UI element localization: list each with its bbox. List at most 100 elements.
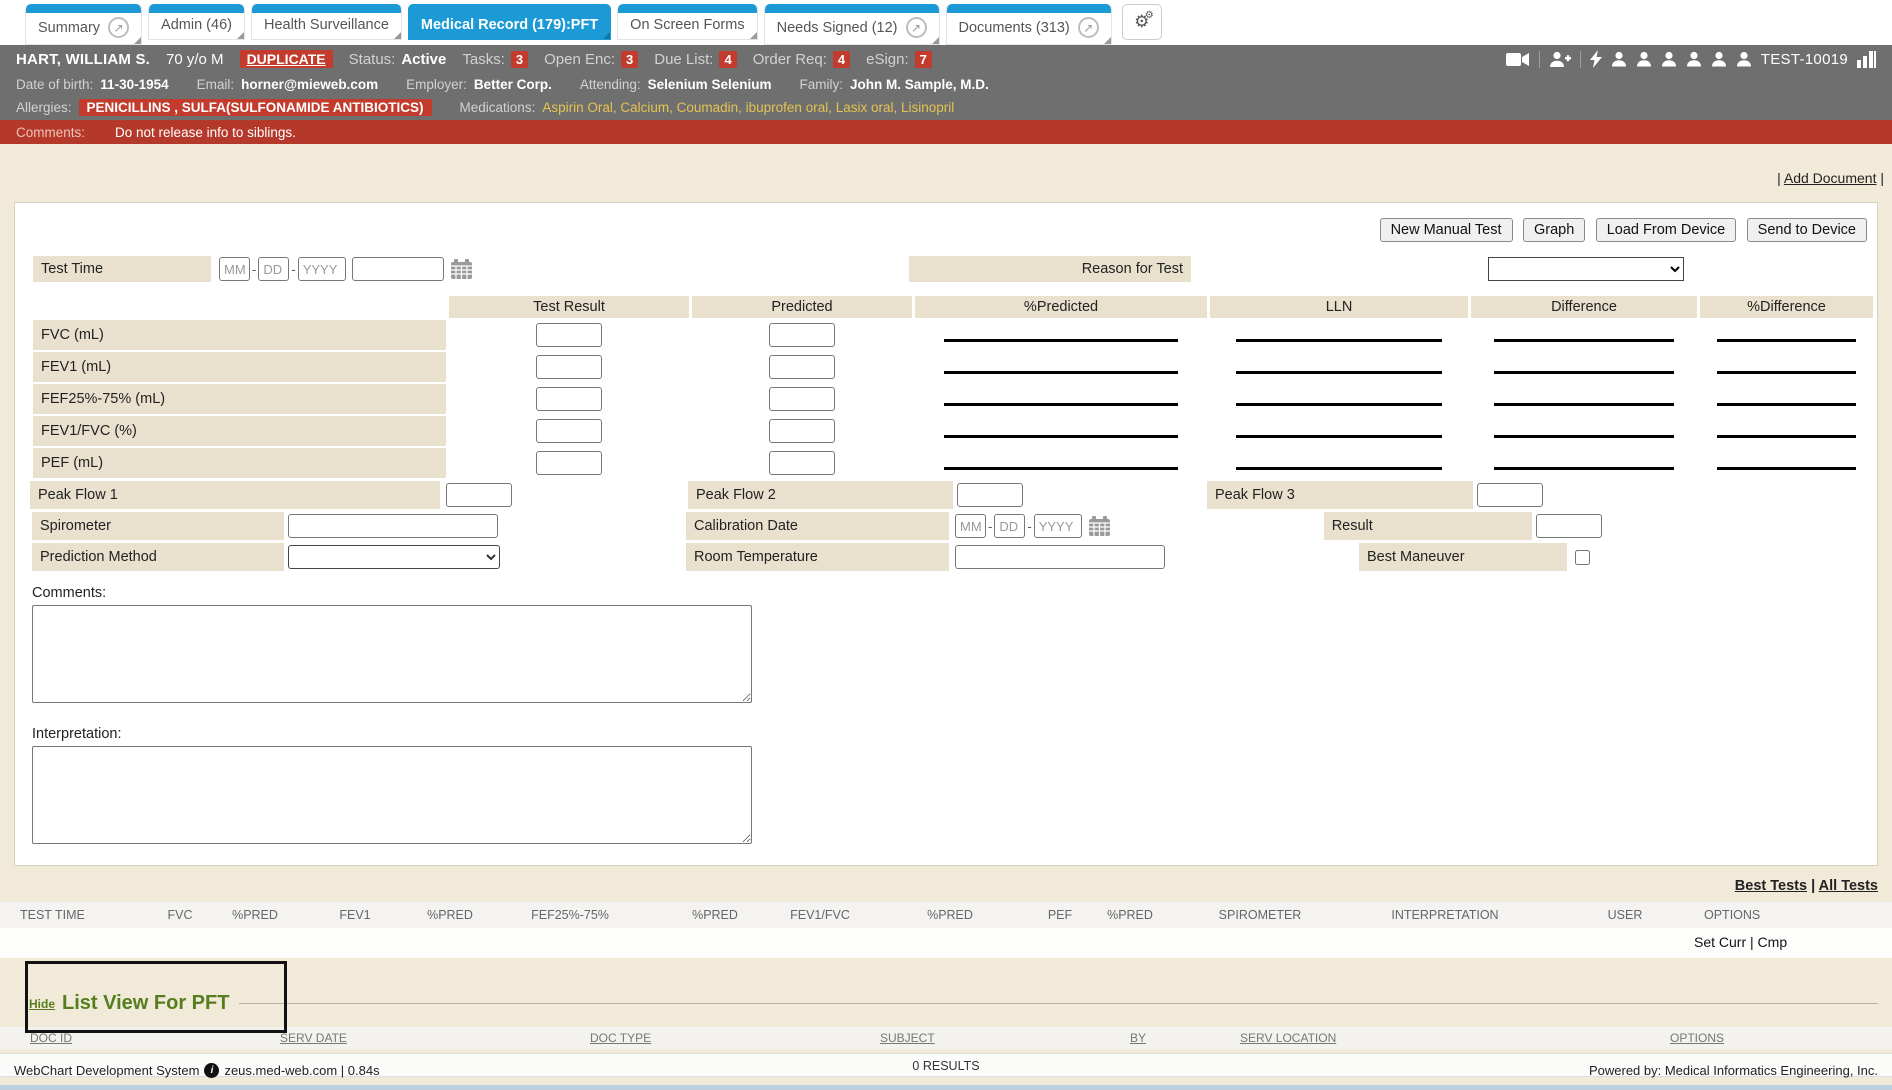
- peak-flow-1-input[interactable]: [446, 483, 512, 507]
- calibration-day-input[interactable]: [994, 514, 1025, 538]
- peak-flow-3-input[interactable]: [1477, 483, 1543, 507]
- open-enc-badge[interactable]: 3: [621, 51, 638, 68]
- col-doc-type[interactable]: DOC TYPE: [590, 1031, 880, 1045]
- add-document-link[interactable]: Add Document: [1784, 170, 1877, 186]
- fef-test-result-input[interactable]: [536, 387, 602, 411]
- fef-predicted-input[interactable]: [769, 387, 835, 411]
- quick-action-icon[interactable]: [1590, 50, 1602, 68]
- tab-accent: [252, 4, 401, 13]
- graph-button[interactable]: Graph: [1523, 218, 1585, 242]
- fev1-predicted-input[interactable]: [769, 355, 835, 379]
- fev1fvc-test-result-input[interactable]: [536, 419, 602, 443]
- divider: [1580, 51, 1581, 68]
- care-team-icon[interactable]: [1636, 51, 1652, 67]
- col-options: OPTIONS: [1700, 908, 1892, 922]
- section-rule: [239, 1003, 1878, 1004]
- col-serv-date[interactable]: SERV DATE: [280, 1031, 590, 1045]
- esign-badge[interactable]: 7: [915, 51, 932, 68]
- tab-needs-signed[interactable]: Needs Signed (12)↗: [764, 4, 940, 45]
- best-maneuver-label: Best Maneuver: [1359, 543, 1567, 571]
- tab-health-surveillance[interactable]: Health Surveillance: [251, 4, 402, 40]
- fef-difference-blank: [1494, 393, 1675, 406]
- fvc-predicted-input[interactable]: [769, 323, 835, 347]
- patient-age-sex: 70 y/o M: [166, 51, 224, 68]
- test-time-month-input[interactable]: [219, 257, 250, 281]
- result-input[interactable]: [1536, 514, 1602, 538]
- patient-demographics-row: Date of birth:11-30-1954 Email:horner@mi…: [0, 73, 1892, 96]
- peak-flow-1-label: Peak Flow 1: [30, 481, 440, 509]
- test-time-year-input[interactable]: [298, 257, 346, 281]
- best-maneuver-checkbox[interactable]: [1575, 550, 1590, 565]
- col-doc-options[interactable]: OPTIONS: [1670, 1031, 1892, 1045]
- pef-predicted-input[interactable]: [769, 451, 835, 475]
- tab-documents[interactable]: Documents (313)↗: [946, 4, 1112, 45]
- pft-interpretation-textarea[interactable]: [32, 746, 752, 844]
- pft-toolbar: New Manual Test Graph Load From Device S…: [15, 203, 1877, 242]
- hide-link[interactable]: Hide: [29, 997, 55, 1011]
- reason-for-test-select[interactable]: [1488, 257, 1684, 281]
- tab-on-screen-forms[interactable]: On Screen Forms: [617, 4, 757, 40]
- bottom-strip: [0, 1085, 1892, 1090]
- patient-allergies-row: Allergies: PENICILLINS , SULFA(SULFONAMI…: [0, 96, 1892, 120]
- comments-banner: Comments: Do not release info to sibling…: [0, 120, 1892, 144]
- separator: |: [1811, 878, 1815, 894]
- info-icon[interactable]: i: [204, 1063, 219, 1078]
- pef-test-result-input[interactable]: [536, 451, 602, 475]
- add-person-icon[interactable]: [1549, 51, 1571, 68]
- family-value: John M. Sample, M.D.: [850, 77, 989, 92]
- tab-admin[interactable]: Admin (46): [148, 4, 245, 40]
- best-tests-link[interactable]: Best Tests: [1735, 878, 1807, 894]
- list-view-title: List View For PFT: [62, 992, 229, 1015]
- tasks-badge[interactable]: 3: [511, 51, 528, 68]
- care-team-icon[interactable]: [1611, 51, 1627, 67]
- col-doc-id[interactable]: DOC ID: [30, 1031, 280, 1045]
- col-fvc: FVC: [150, 908, 210, 922]
- duplicate-flag[interactable]: DUPLICATE: [240, 50, 333, 68]
- order-req-badge[interactable]: 4: [833, 51, 850, 68]
- medications-value[interactable]: Aspirin Oral, Calcium, Coumadin, ibuprof…: [542, 100, 954, 115]
- popout-icon[interactable]: ↗: [906, 17, 927, 38]
- settings-button[interactable]: ⚙ ⚙: [1122, 4, 1162, 40]
- calendar-icon[interactable]: [1088, 516, 1111, 537]
- fvc-lln-blank: [1236, 329, 1442, 342]
- flowsheet-icon[interactable]: [1857, 51, 1876, 68]
- fvc-test-result-input[interactable]: [536, 323, 602, 347]
- pef-percent-difference-blank: [1717, 457, 1855, 470]
- email-value[interactable]: horner@mieweb.com: [241, 77, 378, 92]
- video-call-icon[interactable]: [1506, 51, 1530, 68]
- load-from-device-button[interactable]: Load From Device: [1596, 218, 1736, 242]
- room-temperature-input[interactable]: [955, 545, 1165, 569]
- care-team-icon[interactable]: [1661, 51, 1677, 67]
- medications-label: Medications:: [460, 100, 536, 115]
- tab-medical-record[interactable]: Medical Record (179):PFT: [408, 4, 611, 40]
- allergies-value[interactable]: PENICILLINS , SULFA(SULFONAMIDE ANTIBIOT…: [79, 99, 432, 116]
- new-manual-test-button[interactable]: New Manual Test: [1380, 218, 1513, 242]
- fev1fvc-predicted-input[interactable]: [769, 419, 835, 443]
- col-subject[interactable]: SUBJECT: [880, 1031, 1130, 1045]
- calendar-icon[interactable]: [450, 259, 473, 280]
- set-curr-cmp-links[interactable]: Set Curr | Cmp: [1694, 934, 1787, 950]
- fev1-test-result-input[interactable]: [536, 355, 602, 379]
- test-time-clock-input[interactable]: [352, 257, 444, 281]
- fvc-difference-blank: [1494, 329, 1675, 342]
- popout-icon[interactable]: ↗: [1078, 17, 1099, 38]
- care-team-icon[interactable]: [1736, 51, 1752, 67]
- peak-flow-2-input[interactable]: [957, 483, 1023, 507]
- test-time-day-input[interactable]: [258, 257, 289, 281]
- care-team-icon[interactable]: [1686, 51, 1702, 67]
- date-separator: -: [291, 262, 295, 277]
- popout-icon[interactable]: ↗: [108, 17, 129, 38]
- send-to-device-button[interactable]: Send to Device: [1747, 218, 1867, 242]
- col-serv-location[interactable]: SERV LOCATION: [1240, 1031, 1670, 1045]
- pft-comments-textarea[interactable]: [32, 605, 752, 703]
- dob-value: 11-30-1954: [100, 77, 168, 92]
- calibration-year-input[interactable]: [1034, 514, 1082, 538]
- all-tests-link[interactable]: All Tests: [1819, 878, 1878, 894]
- calibration-month-input[interactable]: [955, 514, 986, 538]
- care-team-icon[interactable]: [1711, 51, 1727, 67]
- due-list-badge[interactable]: 4: [719, 51, 736, 68]
- tab-summary[interactable]: Summary↗: [25, 4, 142, 45]
- spirometer-input[interactable]: [288, 514, 498, 538]
- prediction-method-select[interactable]: [288, 545, 500, 569]
- col-by[interactable]: BY: [1130, 1031, 1240, 1045]
